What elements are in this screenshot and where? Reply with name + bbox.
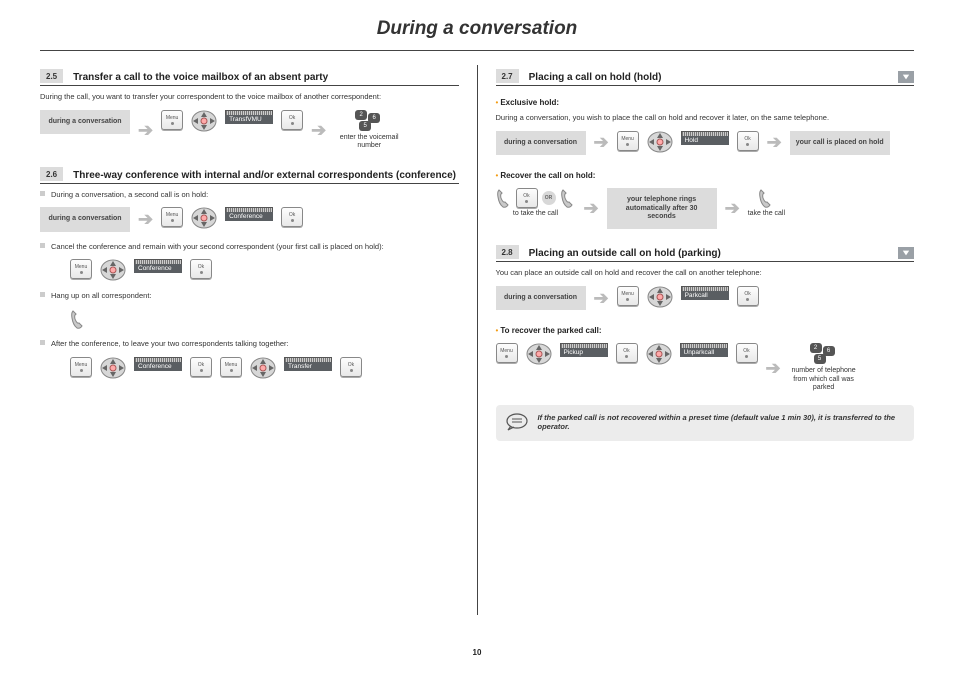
- nav-4way-icon: [250, 357, 276, 379]
- nav-4way-icon: [100, 357, 126, 379]
- section-title: Transfer a call to the voice mailbox of …: [73, 72, 458, 83]
- menu-key: Menu: [70, 357, 92, 377]
- arrow-icon: ➔: [594, 132, 609, 153]
- section-number: 2.8: [496, 245, 519, 259]
- arrow-icon: ➔: [725, 198, 740, 219]
- bullet-row: During a conversation, a second call is …: [40, 190, 459, 200]
- dialpad-icon: 265: [355, 110, 383, 132]
- ok-key: Ok: [737, 286, 759, 306]
- chevron-down-icon: [898, 71, 914, 83]
- or-badge: OR: [542, 191, 556, 205]
- ok-key: Ok: [516, 188, 538, 208]
- menu-key: Menu: [70, 259, 92, 279]
- ok-key: Ok: [281, 207, 303, 227]
- ok-key: Ok: [281, 110, 303, 130]
- subheading: To recover the parked call:: [500, 326, 601, 335]
- step-row: during a conversation ➔ Menu TransfVMU O…: [40, 110, 459, 151]
- section-number: 2.7: [496, 69, 519, 83]
- result-box: your telephone rings automatically after…: [607, 188, 717, 229]
- arrow-icon: ➔: [594, 288, 609, 309]
- section-2-6: 2.6 Three-way conference with internal a…: [40, 167, 459, 379]
- tip-box: If the parked call is not recovered with…: [496, 405, 915, 441]
- screen-label: Conference: [134, 259, 182, 273]
- screen-label: TransfVMU: [225, 110, 273, 124]
- chevron-down-icon: [898, 247, 914, 259]
- page-number: 10: [473, 648, 482, 657]
- section-intro: You can place an outside call on hold an…: [496, 268, 915, 278]
- section-2-5: 2.5 Transfer a call to the voice mailbox…: [40, 69, 459, 151]
- nav-4way-icon: [191, 207, 217, 229]
- nav-4way-icon: [191, 110, 217, 132]
- screen-label: Conference: [225, 207, 273, 221]
- section-title: Placing an outside call on hold (parking…: [529, 248, 888, 259]
- state-box: during a conversation: [40, 207, 130, 231]
- nav-4way-icon: [100, 259, 126, 281]
- nav-4way-icon: [647, 286, 673, 308]
- step-caption: enter the voicemail number: [334, 134, 404, 151]
- step-caption: to take the call: [513, 210, 558, 218]
- ok-key: Ok: [190, 357, 212, 377]
- bullet-row: Cancel the conference and remain with yo…: [40, 242, 459, 252]
- nav-4way-icon: [646, 343, 672, 365]
- state-box: during a conversation: [40, 110, 130, 134]
- menu-key: Menu: [617, 131, 639, 151]
- nav-4way-icon: [526, 343, 552, 365]
- menu-key: Menu: [220, 357, 242, 377]
- ok-key: Ok: [340, 357, 362, 377]
- screen-label: Conference: [134, 357, 182, 371]
- result-box: your call is placed on hold: [790, 131, 890, 155]
- screen-label: Transfer: [284, 357, 332, 371]
- menu-key: Menu: [161, 110, 183, 130]
- arrow-icon: ➔: [138, 209, 153, 230]
- speech-bubble-icon: [506, 413, 528, 433]
- subheading: Recover the call on hold:: [500, 171, 595, 180]
- right-column: 2.7 Placing a call on hold (hold) •Exclu…: [478, 69, 915, 615]
- tip-text: If the parked call is not recovered with…: [538, 413, 905, 432]
- arrow-icon: ➔: [138, 120, 153, 141]
- menu-key: Menu: [496, 343, 518, 363]
- bullet-row: Hang up on all correspondent:: [40, 291, 459, 301]
- nav-4way-icon: [647, 131, 673, 153]
- section-number: 2.6: [40, 167, 63, 181]
- section-number: 2.5: [40, 69, 63, 83]
- arrow-icon: ➔: [584, 198, 599, 219]
- ok-key: Ok: [616, 343, 638, 363]
- arrow-icon: ➔: [767, 132, 782, 153]
- ok-key: Ok: [737, 131, 759, 151]
- left-column: 2.5 Transfer a call to the voice mailbox…: [40, 69, 477, 615]
- bullet-row: After the conference, to leave your two …: [40, 339, 459, 349]
- handset-icon: [560, 188, 576, 208]
- step-caption: take the call: [748, 210, 785, 218]
- page-title: During a conversation: [0, 0, 954, 50]
- section-intro: During a conversation, you wish to place…: [496, 113, 915, 123]
- ok-key: Ok: [736, 343, 758, 363]
- screen-label: Unparkcall: [680, 343, 728, 357]
- menu-key: Menu: [161, 207, 183, 227]
- screen-label: Hold: [681, 131, 729, 145]
- handset-icon: [496, 188, 512, 208]
- section-2-7: 2.7 Placing a call on hold (hold) •Exclu…: [496, 69, 915, 229]
- subheading: Exclusive hold:: [500, 98, 559, 107]
- step-caption: number of telephone from which call was …: [789, 367, 859, 392]
- screen-label: Pickup: [560, 343, 608, 357]
- section-title: Three-way conference with internal and/o…: [73, 170, 458, 181]
- state-box: during a conversation: [496, 286, 586, 310]
- handset-icon: [758, 188, 774, 208]
- ok-key: Ok: [190, 259, 212, 279]
- section-title: Placing a call on hold (hold): [529, 72, 888, 83]
- dialpad-icon: 265: [810, 343, 838, 365]
- menu-key: Menu: [617, 286, 639, 306]
- screen-label: Parkcall: [681, 286, 729, 300]
- section-2-8: 2.8 Placing an outside call on hold (par…: [496, 245, 915, 440]
- state-box: during a conversation: [496, 131, 586, 155]
- handset-icon: [70, 309, 86, 329]
- arrow-icon: ➔: [766, 358, 781, 379]
- arrow-icon: ➔: [311, 120, 326, 141]
- section-intro: During the call, you want to transfer yo…: [40, 92, 459, 102]
